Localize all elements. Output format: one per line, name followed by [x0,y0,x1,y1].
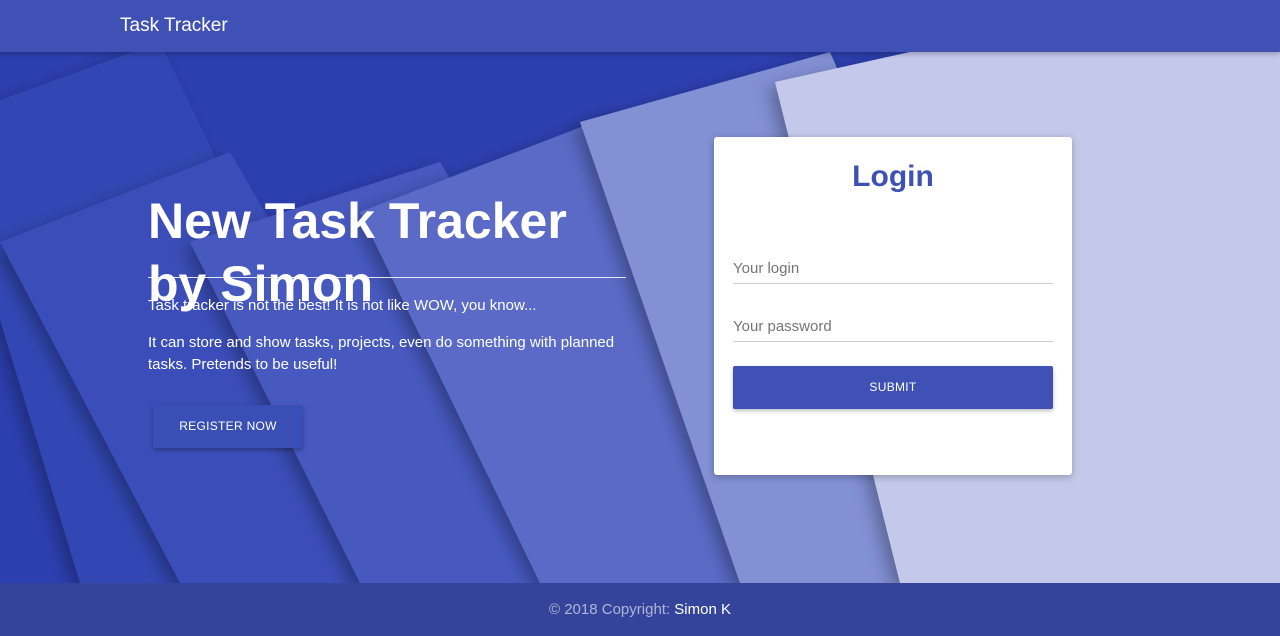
brand-link[interactable]: Task Tracker [120,15,228,37]
hero-background [0,52,1280,583]
hero-paragraph-1: Task tracker is not the best! It is not … [148,297,537,314]
hero-section: New Task Tracker by Simon [0,52,1280,583]
register-now-button[interactable]: REGISTER NOW [153,405,303,448]
hero-divider [148,277,626,278]
footer: © 2018 Copyright: Simon K [0,583,1280,636]
login-input[interactable] [733,254,1053,284]
password-input[interactable] [733,312,1053,342]
footer-text: © 2018 Copyright: Simon K [0,601,1280,618]
login-card: Login SUBMIT [714,137,1072,475]
top-navbar: Task Tracker [0,0,1280,52]
hero-paragraph-2: It can store and show tasks, projects, e… [148,334,615,373]
footer-author-link[interactable]: Simon K [674,601,731,618]
submit-button[interactable]: SUBMIT [733,366,1053,409]
login-title: Login [852,160,934,193]
footer-copyright: © 2018 Copyright: [549,601,671,618]
hero-headline-line1: New Task Tracker [148,193,567,249]
